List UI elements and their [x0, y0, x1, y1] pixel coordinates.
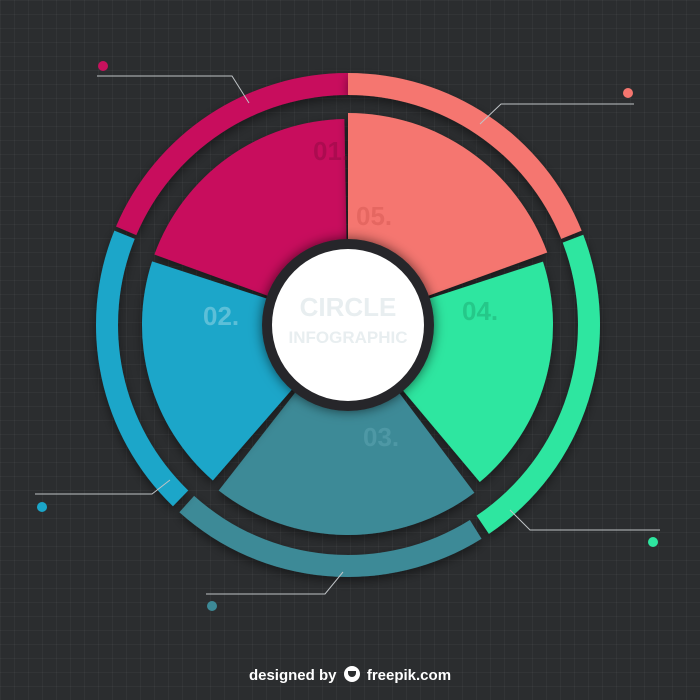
segment-label-05: 05.	[356, 201, 392, 231]
center-subtitle: INFOGRAPHIC	[289, 328, 408, 347]
segment-label-02: 02.	[203, 301, 239, 331]
circle-infographic: CIRCLE INFOGRAPHIC 01. 05. 04. 03. 02.	[35, 61, 660, 611]
callout-dot-04	[648, 537, 658, 547]
freepik-logo-icon	[343, 666, 360, 682]
credit-brand: freepik.com	[366, 667, 452, 684]
credit-prefix: designed by	[248, 667, 337, 684]
center-title: CIRCLE	[300, 292, 397, 322]
callout-dot-03	[207, 601, 217, 611]
segment-label-03: 03.	[363, 422, 399, 452]
callout-dot-01	[98, 61, 108, 71]
callout-line-05	[479, 103, 634, 125]
callout-dot-02	[37, 502, 47, 512]
callout-01	[97, 61, 250, 104]
callout-05	[479, 88, 634, 125]
segment-label-01: 01.	[313, 136, 349, 166]
callout-04	[509, 509, 660, 547]
callout-line-02	[35, 479, 171, 495]
callout-line-04	[509, 509, 660, 531]
segment-label-04: 04.	[462, 296, 498, 326]
callout-02	[35, 479, 171, 512]
center-hub	[272, 249, 424, 401]
credit-footer: designed by freepik.com	[0, 666, 700, 684]
callout-03	[206, 571, 344, 611]
callout-dot-05	[623, 88, 633, 98]
callout-line-01	[97, 75, 250, 104]
